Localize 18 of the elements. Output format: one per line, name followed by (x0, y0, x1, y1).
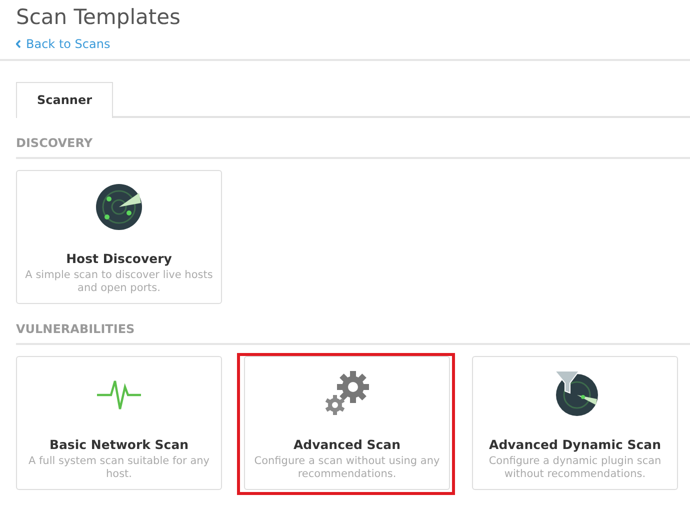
page-title: Scan Templates (16, 4, 182, 31)
card-title: Advanced Scan (293, 436, 401, 454)
chevron-left-icon (16, 40, 21, 48)
card-title: Basic Network Scan (49, 436, 189, 454)
card-description: A full system scan suitable for any host. (27, 454, 211, 481)
card-title: Advanced Dynamic Scan (489, 436, 661, 454)
gears-icon (323, 369, 371, 417)
radar-icon (95, 183, 143, 231)
template-card[interactable]: Basic Network Scan A full system scan suitable for any host. (16, 356, 222, 490)
template-card[interactable]: Host Discovery A simple scan to discover live hosts and open ports. (16, 170, 222, 304)
card-description: Configure a dynamic plugin scan without recommendations. (488, 454, 662, 481)
section-heading: DISCOVERY (16, 134, 690, 159)
card-title: Host Discovery (66, 250, 172, 268)
card-description: Configure a scan without using any recommendations. (253, 454, 441, 481)
card-description: A simple scan to discover live hosts and open ports. (24, 268, 214, 295)
scanner-tab[interactable]: Scanner (16, 82, 113, 118)
template-card[interactable]: Advanced Dynamic Scan Configure a dynamic plugin scan without recommendations. (472, 356, 678, 490)
section-heading: VULNERABILITIES (16, 320, 690, 345)
